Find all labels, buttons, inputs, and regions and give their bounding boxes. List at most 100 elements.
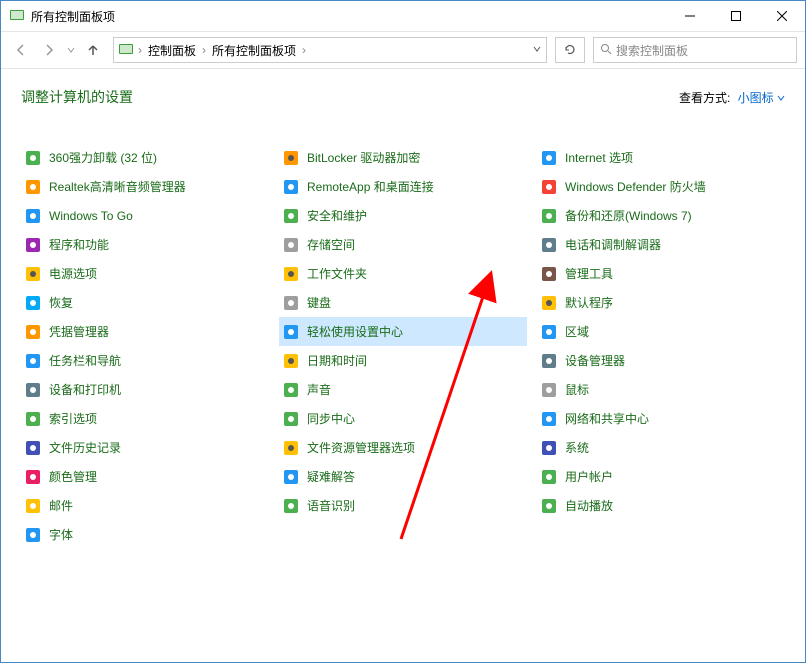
search-input[interactable]: 搜索控制面板 [593,37,797,63]
backup-icon [541,208,557,224]
control-panel-icon [9,8,25,24]
cp-item-label: 同步中心 [307,410,355,427]
cp-item-backup[interactable]: 备份和还原(Windows 7) [537,201,785,230]
window: 所有控制面板项 › 控制面板 › 所有控制面板项 › [0,0,806,663]
mail-icon [25,498,41,514]
cp-item-label: 恢复 [49,294,73,311]
color-icon [25,469,41,485]
close-button[interactable] [759,1,805,31]
cp-item-power[interactable]: 电源选项 [21,259,269,288]
breadcrumb-all-items[interactable]: 所有控制面板项 [210,42,298,59]
up-button[interactable] [81,38,105,62]
chevron-right-icon[interactable]: › [136,43,144,57]
breadcrumb-control-panel[interactable]: 控制面板 [146,42,198,59]
cp-item-label: 声音 [307,381,331,398]
admintools-icon [541,266,557,282]
cp-item-network[interactable]: 网络和共享中心 [537,404,785,433]
wtg-icon [25,208,41,224]
refresh-button[interactable] [555,37,585,63]
keyboard-icon [283,295,299,311]
view-by-label: 查看方式: [679,91,730,105]
cp-item-devmgr[interactable]: 设备管理器 [537,346,785,375]
cp-item-filehist[interactable]: 文件历史记录 [21,433,269,462]
cp-item-mouse[interactable]: 鼠标 [537,375,785,404]
cp-item-workfolder[interactable]: 工作文件夹 [279,259,527,288]
cp-item-uninstall[interactable]: 360强力卸载 (32 位) [21,143,269,172]
cp-item-datetime[interactable]: 日期和时间 [279,346,527,375]
cp-item-audio[interactable]: Realtek高清晰音频管理器 [21,172,269,201]
cp-item-defaults[interactable]: 默认程序 [537,288,785,317]
control-panel-icon [118,42,134,58]
cp-item-index[interactable]: 索引选项 [21,404,269,433]
cp-item-label: Windows To Go [49,209,133,223]
cp-item-label: 360强力卸载 (32 位) [49,149,157,166]
content: 调整计算机的设置 查看方式: 小图标 360强力卸载 (32 位) BitLock… [1,69,805,662]
cp-item-phone[interactable]: 电话和调制解调器 [537,230,785,259]
cp-item-label: Windows Defender 防火墙 [565,178,706,195]
cp-item-explorer[interactable]: 文件资源管理器选项 [279,433,527,462]
breadcrumb[interactable]: › 控制面板 › 所有控制面板项 › [113,37,547,63]
navbar: › 控制面板 › 所有控制面板项 › 搜索控制面板 [1,31,805,69]
cp-item-wtg[interactable]: Windows To Go [21,201,269,230]
cp-item-troubleshoot[interactable]: 疑难解答 [279,462,527,491]
cp-item-label: 鼠标 [565,381,589,398]
cp-item-label: 管理工具 [565,265,613,282]
forward-button[interactable] [37,38,61,62]
cp-item-programs[interactable]: 程序和功能 [21,230,269,259]
cp-item-autoplay[interactable]: 自动播放 [537,491,785,520]
uninstall-icon [25,150,41,166]
chevron-right-icon[interactable]: › [300,43,308,57]
bitlocker-icon [283,150,299,166]
cp-item-cred[interactable]: 凭据管理器 [21,317,269,346]
cp-item-label: 字体 [49,526,73,543]
cp-item-admintools[interactable]: 管理工具 [537,259,785,288]
cp-item-speech[interactable]: 语音识别 [279,491,527,520]
ease-icon [283,324,299,340]
cp-item-color[interactable]: 颜色管理 [21,462,269,491]
cp-item-font[interactable]: 字体 [21,520,269,549]
cp-item-label: 用户帐户 [565,468,613,485]
chevron-down-icon[interactable] [532,43,542,57]
cp-item-label: 设备管理器 [565,352,625,369]
cp-item-label: 备份和还原(Windows 7) [565,207,692,224]
cp-item-security[interactable]: 安全和维护 [279,201,527,230]
recent-dropdown[interactable] [65,38,77,62]
cp-item-sync[interactable]: 同步中心 [279,404,527,433]
sync-icon [283,411,299,427]
cp-item-users[interactable]: 用户帐户 [537,462,785,491]
content-header: 调整计算机的设置 查看方式: 小图标 [21,87,785,107]
remote-icon [283,179,299,195]
cp-item-mail[interactable]: 邮件 [21,491,269,520]
cp-item-label: 键盘 [307,294,331,311]
search-icon [600,43,612,58]
chevron-right-icon[interactable]: › [200,43,208,57]
cp-item-storage[interactable]: 存储空间 [279,230,527,259]
cp-item-keyboard[interactable]: 键盘 [279,288,527,317]
cp-item-recovery[interactable]: 恢复 [21,288,269,317]
minimize-button[interactable] [667,1,713,31]
explorer-icon [283,440,299,456]
cp-item-label: 设备和打印机 [49,381,121,398]
internet-icon [541,150,557,166]
back-button[interactable] [9,38,33,62]
cp-item-label: 系统 [565,439,589,456]
region-icon [541,324,557,340]
maximize-button[interactable] [713,1,759,31]
cp-item-remote[interactable]: RemoteApp 和桌面连接 [279,172,527,201]
cp-item-firewall[interactable]: Windows Defender 防火墙 [537,172,785,201]
network-icon [541,411,557,427]
sound-icon [283,382,299,398]
cp-item-internet[interactable]: Internet 选项 [537,143,785,172]
cp-item-bitlocker[interactable]: BitLocker 驱动器加密 [279,143,527,172]
cp-item-devices[interactable]: 设备和打印机 [21,375,269,404]
view-by-dropdown[interactable]: 小图标 [738,91,785,105]
cp-item-system[interactable]: 系统 [537,433,785,462]
cp-item-label: 凭据管理器 [49,323,109,340]
cp-item-sound[interactable]: 声音 [279,375,527,404]
cp-item-region[interactable]: 区域 [537,317,785,346]
datetime-icon [283,353,299,369]
users-icon [541,469,557,485]
cp-item-label: 任务栏和导航 [49,352,121,369]
cp-item-taskbar[interactable]: 任务栏和导航 [21,346,269,375]
cp-item-ease[interactable]: 轻松使用设置中心 [279,317,527,346]
